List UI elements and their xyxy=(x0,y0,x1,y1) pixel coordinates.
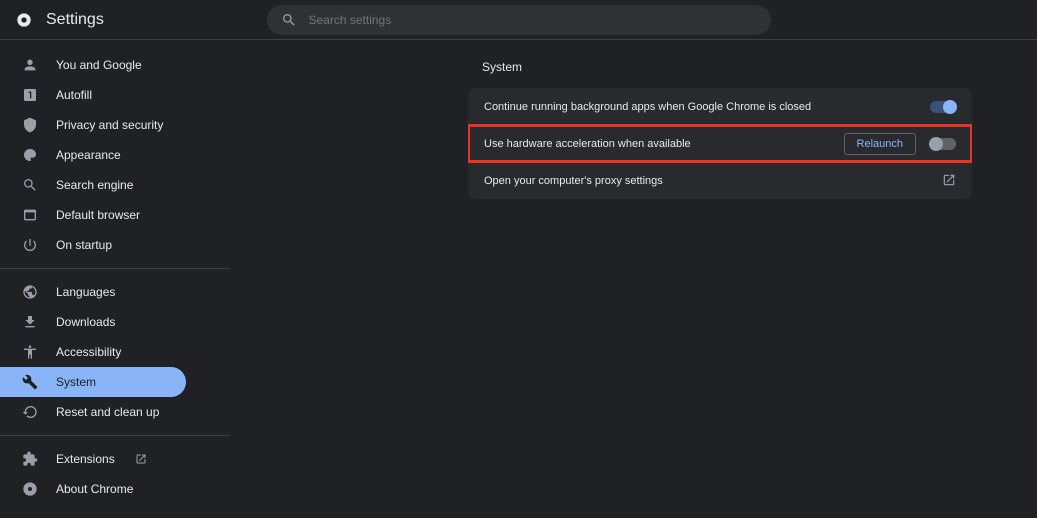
page-title: Settings xyxy=(46,11,104,29)
sidebar-item-autofill[interactable]: Autofill xyxy=(0,80,230,110)
sidebar-item-system[interactable]: System xyxy=(0,367,186,397)
relaunch-button[interactable]: Relaunch xyxy=(844,133,916,155)
sidebar-item-languages[interactable]: Languages xyxy=(0,277,230,307)
search-input[interactable] xyxy=(309,13,757,27)
nav-separator xyxy=(0,268,230,269)
sidebar-item-accessibility[interactable]: Accessibility xyxy=(0,337,230,367)
download-icon xyxy=(22,314,38,330)
external-link-icon xyxy=(133,451,149,467)
hardware-accel-toggle[interactable] xyxy=(930,138,956,150)
sidebar-item-label: System xyxy=(56,375,96,389)
wrench-icon xyxy=(22,374,38,390)
sidebar-item-reset[interactable]: Reset and clean up xyxy=(0,397,230,427)
nav-separator xyxy=(0,435,230,436)
sidebar-item-default-browser[interactable]: Default browser xyxy=(0,200,230,230)
history-icon xyxy=(22,404,38,420)
setting-row-hardware-accel: Use hardware acceleration when available… xyxy=(468,125,972,162)
setting-label: Use hardware acceleration when available xyxy=(484,138,691,150)
setting-row-background-apps: Continue running background apps when Go… xyxy=(468,88,972,125)
background-apps-toggle[interactable] xyxy=(930,101,956,113)
appearance-icon xyxy=(22,147,38,163)
sidebar-item-label: Privacy and security xyxy=(56,118,163,132)
sidebar-item-label: On startup xyxy=(56,238,112,252)
browser-icon xyxy=(22,207,38,223)
external-link-icon xyxy=(942,173,956,190)
sidebar-item-label: Reset and clean up xyxy=(56,405,159,419)
search-icon xyxy=(281,12,297,28)
sidebar-item-extensions[interactable]: Extensions xyxy=(0,444,230,474)
search-settings[interactable] xyxy=(267,5,771,35)
sidebar-item-label: Appearance xyxy=(56,148,121,162)
search-engine-icon xyxy=(22,177,38,193)
sidebar-item-on-startup[interactable]: On startup xyxy=(0,230,230,260)
power-icon xyxy=(22,237,38,253)
sidebar-item-appearance[interactable]: Appearance xyxy=(0,140,230,170)
person-icon xyxy=(22,57,38,73)
sidebar-item-label: About Chrome xyxy=(56,482,133,496)
sidebar-item-label: Autofill xyxy=(56,88,92,102)
sidebar-item-label: Default browser xyxy=(56,208,140,222)
chrome-logo-icon xyxy=(16,12,32,28)
chrome-icon xyxy=(22,481,38,497)
sidebar-item-label: Downloads xyxy=(56,315,115,329)
sidebar-item-you-and-google[interactable]: You and Google xyxy=(0,50,230,80)
setting-label: Continue running background apps when Go… xyxy=(484,101,811,113)
setting-label: Open your computer's proxy settings xyxy=(484,175,663,187)
sidebar-item-label: Extensions xyxy=(56,452,115,466)
sidebar-item-label: Search engine xyxy=(56,178,133,192)
accessibility-icon xyxy=(22,344,38,360)
extension-icon xyxy=(22,451,38,467)
sidebar-item-label: Languages xyxy=(56,285,115,299)
sidebar-item-label: You and Google xyxy=(56,58,142,72)
setting-row-proxy[interactable]: Open your computer's proxy settings xyxy=(468,162,972,199)
sidebar-item-downloads[interactable]: Downloads xyxy=(0,307,230,337)
sidebar-item-privacy[interactable]: Privacy and security xyxy=(0,110,230,140)
sidebar-item-search-engine[interactable]: Search engine xyxy=(0,170,230,200)
section-heading: System xyxy=(482,60,1037,74)
sidebar-item-about-chrome[interactable]: About Chrome xyxy=(0,474,230,504)
sidebar-item-label: Accessibility xyxy=(56,345,121,359)
autofill-icon xyxy=(22,87,38,103)
shield-icon xyxy=(22,117,38,133)
globe-icon xyxy=(22,284,38,300)
